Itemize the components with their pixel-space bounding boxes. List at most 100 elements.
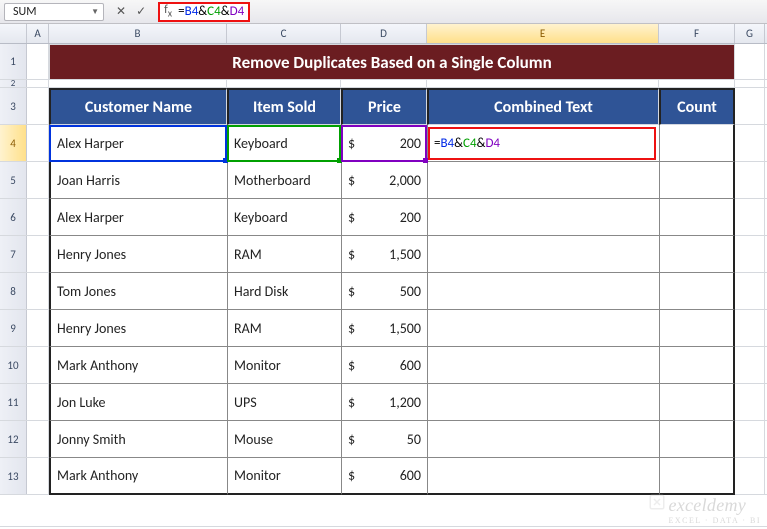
cell-item[interactable]: Keyboard (227, 125, 341, 162)
col-header-e[interactable]: E (427, 24, 659, 43)
cell-e2[interactable] (427, 80, 659, 87)
row-header-3[interactable]: 3 (0, 88, 27, 124)
cell-combined[interactable] (427, 458, 659, 495)
cell-b2[interactable] (49, 80, 227, 87)
cell-price[interactable]: $50 (341, 421, 427, 458)
row-header-1[interactable]: 1 (0, 44, 27, 79)
cell-g10[interactable] (735, 347, 765, 383)
row-header-2[interactable]: 2 (0, 80, 27, 87)
cell-item[interactable]: UPS (227, 384, 341, 421)
cell-g9[interactable] (735, 310, 765, 346)
cell-a11[interactable] (27, 384, 49, 420)
cell-customer[interactable]: Mark Anthony (49, 347, 227, 384)
cell-price[interactable]: $200 (341, 125, 427, 162)
cell-a13[interactable] (27, 458, 49, 494)
row-header-10[interactable]: 10 (0, 347, 27, 383)
cell-a6[interactable] (27, 199, 49, 235)
formula-input[interactable]: =B4&C4&D4 (178, 4, 244, 19)
cell-count[interactable] (659, 162, 735, 199)
cell-combined[interactable] (427, 384, 659, 421)
cell-item[interactable]: Monitor (227, 347, 341, 384)
cell-a10[interactable] (27, 347, 49, 383)
cell-customer[interactable]: Joan Harris (49, 162, 227, 199)
row-header-11[interactable]: 11 (0, 384, 27, 420)
row-header-13[interactable]: 13 (0, 458, 27, 494)
row-header-9[interactable]: 9 (0, 310, 27, 346)
cell-g5[interactable] (735, 162, 765, 198)
cell-g12[interactable] (735, 421, 765, 457)
cell-price[interactable]: $200 (341, 199, 427, 236)
cell-customer[interactable]: Henry Jones (49, 236, 227, 273)
cell-f2[interactable] (659, 80, 735, 87)
cell-combined[interactable] (427, 310, 659, 347)
cell-combined[interactable] (427, 236, 659, 273)
col-header-g[interactable]: G (735, 24, 765, 43)
cell-g13[interactable] (735, 458, 765, 494)
cell-a8[interactable] (27, 273, 49, 309)
cell-count[interactable] (659, 384, 735, 421)
cell-price[interactable]: $1,500 (341, 310, 427, 347)
cell-item[interactable]: RAM (227, 236, 341, 273)
cell-combined[interactable] (427, 347, 659, 384)
cancel-icon[interactable]: ✕ (116, 4, 126, 19)
fx-icon[interactable]: fx (164, 3, 172, 19)
cell-a1[interactable] (27, 44, 49, 79)
cell-price[interactable]: $500 (341, 273, 427, 310)
cell-combined[interactable] (427, 421, 659, 458)
cell-count[interactable] (659, 125, 735, 162)
row-header-6[interactable]: 6 (0, 199, 27, 235)
cell-count[interactable] (659, 310, 735, 347)
enter-icon[interactable]: ✓ (136, 4, 146, 19)
active-cell-e4[interactable]: =B4&C4&D4 (428, 127, 656, 160)
header-customer[interactable]: Customer Name (49, 88, 227, 125)
cell-customer[interactable]: Jon Luke (49, 384, 227, 421)
cell-item[interactable]: Hard Disk (227, 273, 341, 310)
chevron-down-icon[interactable]: ▼ (91, 7, 99, 17)
col-header-c[interactable]: C (227, 24, 341, 43)
row-header-7[interactable]: 7 (0, 236, 27, 272)
cell-customer[interactable]: Jonny Smith (49, 421, 227, 458)
col-header-b[interactable]: B (49, 24, 227, 43)
select-all-corner[interactable] (0, 24, 27, 43)
cell-price[interactable]: $600 (341, 458, 427, 495)
cell-g4[interactable] (735, 125, 765, 161)
cell-combined[interactable] (427, 162, 659, 199)
cell-count[interactable] (659, 458, 735, 495)
cell-item[interactable]: Keyboard (227, 199, 341, 236)
cell-g6[interactable] (735, 199, 765, 235)
cell-price[interactable]: $1,200 (341, 384, 427, 421)
name-box[interactable]: SUM ▼ (4, 3, 104, 21)
cell-a9[interactable] (27, 310, 49, 346)
cell-customer[interactable]: Tom Jones (49, 273, 227, 310)
cell-customer[interactable]: Henry Jones (49, 310, 227, 347)
cell-item[interactable]: Mouse (227, 421, 341, 458)
cell-customer[interactable]: Alex Harper (49, 199, 227, 236)
cell-a7[interactable] (27, 236, 49, 272)
cell-g2[interactable] (735, 80, 765, 87)
cell-customer[interactable]: Mark Anthony (49, 458, 227, 495)
row-header-5[interactable]: 5 (0, 162, 27, 198)
cell-g8[interactable] (735, 273, 765, 309)
row-header-8[interactable]: 8 (0, 273, 27, 309)
cell-combined[interactable] (427, 273, 659, 310)
cell-count[interactable] (659, 347, 735, 384)
cell-g1[interactable] (735, 44, 765, 79)
cell-count[interactable] (659, 199, 735, 236)
header-price[interactable]: Price (341, 88, 427, 125)
row-header-12[interactable]: 12 (0, 421, 27, 457)
cell-count[interactable] (659, 421, 735, 458)
cell-item[interactable]: Motherboard (227, 162, 341, 199)
cell-count[interactable] (659, 236, 735, 273)
worksheet-grid[interactable]: 1 Remove Duplicates Based on a Single Co… (0, 44, 767, 527)
cell-a5[interactable] (27, 162, 49, 198)
col-header-f[interactable]: F (659, 24, 735, 43)
cell-item[interactable]: RAM (227, 310, 341, 347)
col-header-a[interactable]: A (27, 24, 49, 43)
cell-price[interactable]: $2,000 (341, 162, 427, 199)
cell-price[interactable]: $600 (341, 347, 427, 384)
header-count[interactable]: Count (659, 88, 735, 125)
cell-g7[interactable] (735, 236, 765, 272)
cell-count[interactable] (659, 273, 735, 310)
cell-a3[interactable] (27, 88, 49, 124)
cell-d2[interactable] (341, 80, 427, 87)
